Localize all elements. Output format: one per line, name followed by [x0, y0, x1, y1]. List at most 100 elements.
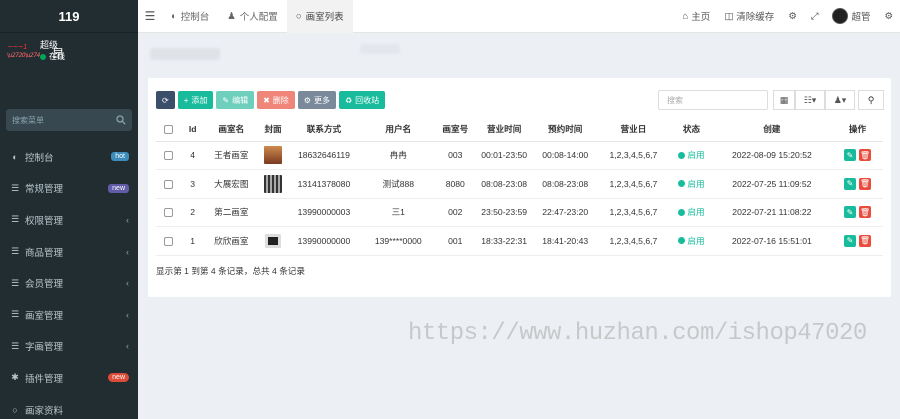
status-label: 启用: [687, 235, 705, 246]
sidebar-item-calligraphy[interactable]: ☰ 字画管理 ‹: [0, 331, 138, 363]
delete-row-button[interactable]: 🗑: [858, 149, 871, 162]
cell-created: 2022-08-09 15:20:52: [711, 141, 832, 170]
common-search-button[interactable]: ⚲: [858, 90, 884, 110]
sidebar-item-permission[interactable]: ☰ 权限管理 ‹: [0, 204, 138, 236]
col-header[interactable]: 创建: [711, 117, 832, 142]
clear-cache-button[interactable]: ◫ 清除缓存: [717, 9, 781, 24]
status-badge: 启用: [678, 235, 705, 247]
col-header: 营业日: [595, 117, 672, 142]
table-row[interactable]: 1 欣欣画室 13990000000 139****0000 001 18:33…: [156, 226, 883, 256]
delete-row-button[interactable]: 🗑: [858, 206, 871, 219]
brand-title[interactable]: 119: [0, 0, 138, 33]
row-checkbox[interactable]: [163, 179, 173, 189]
col-header[interactable]: Id: [180, 117, 205, 142]
puzzle-icon: ✱: [11, 372, 19, 383]
cell-days: 1,2,3,4,5,6,7: [595, 169, 672, 199]
cell-status: 启用: [671, 198, 712, 227]
cell-name: 王者画室: [204, 141, 258, 170]
home-link[interactable]: ⌂ 主页: [676, 9, 718, 24]
user-menu[interactable]: 超管: [825, 8, 877, 24]
settings-button[interactable]: ⚙: [877, 11, 900, 22]
tab-dashboard[interactable]: ◐ 控制台: [162, 0, 218, 33]
edit-row-button[interactable]: ✎: [843, 149, 856, 162]
recycle-button[interactable]: ♻ 回收站: [338, 91, 386, 109]
tab-studio-list[interactable]: ○ 画室列表: [286, 0, 353, 33]
table-row[interactable]: 3 大展宏图 13141378080 测试888 8080 08:08-23:0…: [156, 169, 883, 199]
select-all-checkbox[interactable]: [163, 124, 173, 134]
edit-row-button[interactable]: ✎: [843, 177, 856, 190]
columns-icon: ☷▾: [803, 94, 817, 105]
delete-row-button[interactable]: 🗑: [858, 177, 871, 190]
cover-thumbnail[interactable]: [265, 233, 282, 248]
status-badge: 启用: [678, 178, 705, 190]
table-search-input[interactable]: 搜索: [658, 90, 768, 110]
tab-profile[interactable]: ♟ 个人配置: [218, 0, 287, 33]
delete-button[interactable]: ✖ 删除: [257, 91, 295, 109]
sidebar-item-artist[interactable]: ○ 画家资料: [0, 394, 138, 419]
columns-button[interactable]: ☷▾: [795, 90, 825, 110]
cell-created: 2022-07-25 11:09:52: [711, 169, 832, 199]
col-header: 营业时间: [473, 117, 535, 142]
cell-phone: 13990000003: [288, 198, 360, 227]
cell-no: 002: [436, 198, 474, 227]
cell-actions: ✎ 🗑: [831, 141, 883, 170]
delete-row-button[interactable]: 🗑: [858, 234, 871, 247]
row-select[interactable]: [156, 226, 181, 256]
row-checkbox[interactable]: [163, 208, 173, 218]
recycle-label: 回收站: [355, 95, 380, 105]
sidebar-search-input[interactable]: 搜索菜单: [6, 109, 132, 131]
row-select[interactable]: [156, 198, 181, 227]
row-checkbox[interactable]: [163, 151, 173, 161]
new-badge: new: [108, 373, 129, 383]
cell-status: 启用: [671, 141, 712, 170]
hot-badge: hot: [111, 152, 129, 162]
sidebar-item-studio[interactable]: ☰ 画室管理 ‹: [0, 299, 138, 331]
avatar: [832, 8, 849, 24]
table-row[interactable]: 2 第二画室 13990000003 三1 002 23:50-23:59 22…: [156, 198, 883, 227]
cell-cover[interactable]: [257, 226, 289, 256]
sidebar-item-general[interactable]: ☰ 常规管理 new: [0, 173, 138, 205]
edit-row-button[interactable]: ✎: [843, 206, 856, 219]
admin-name: 超管: [851, 12, 871, 23]
status-badge: 启用: [678, 149, 705, 161]
edit-button[interactable]: ✎ 编辑: [216, 91, 255, 109]
watermark: https://www.huzhan.com/ishop47020: [408, 320, 867, 347]
col-header: 画室号: [436, 117, 474, 142]
blurred-title: [150, 48, 220, 60]
refresh-button[interactable]: ⟳: [156, 91, 175, 109]
clear-cache-label: 清除缓存: [736, 12, 775, 23]
toggle-view-button[interactable]: ▦: [773, 90, 795, 110]
multilang-button[interactable]: ⚙: [781, 11, 804, 22]
cover-thumbnail[interactable]: [264, 174, 283, 193]
export-button[interactable]: ♟▾: [825, 90, 855, 110]
select-all-header[interactable]: [156, 117, 181, 142]
edit-row-button[interactable]: ✎: [843, 234, 856, 247]
sidebar-item-dashboard[interactable]: ◐ 控制台 hot: [0, 141, 138, 173]
cover-thumbnail[interactable]: [264, 146, 283, 165]
search-icon[interactable]: [116, 115, 126, 125]
table-search-placeholder: 搜索: [667, 95, 683, 105]
cell-cover[interactable]: [257, 169, 289, 199]
blurred-subtitle: [360, 44, 400, 54]
cell-cover[interactable]: [257, 141, 289, 170]
row-checkbox[interactable]: [163, 236, 173, 246]
more-button[interactable]: ⚙ 更多: [297, 91, 336, 109]
sidebar-item-members[interactable]: ☰ 会员管理 ‹: [0, 267, 138, 299]
cell-no: 001: [436, 226, 474, 256]
row-select[interactable]: [156, 141, 181, 170]
fullscreen-button[interactable]: ⤢: [804, 11, 826, 22]
status-dot-icon: [678, 208, 686, 216]
table-view-buttons: ▦ ☷▾ ♟▾: [773, 90, 855, 110]
table-row[interactable]: 4 王者画室 18632646119 冉冉 003 00:01-23:50 00…: [156, 141, 883, 170]
chevron-left-icon: ‹: [126, 246, 129, 257]
sidebar-item-label: 字画管理: [25, 342, 64, 354]
cell-created: 2022-07-21 11:08:22: [711, 198, 832, 227]
add-button[interactable]: + 添加: [177, 91, 214, 109]
sidebar-item-goods[interactable]: ☰ 商品管理 ‹: [0, 236, 138, 268]
chevron-left-icon: ‹: [126, 341, 129, 352]
tab-label: 个人配置: [239, 12, 278, 23]
row-select[interactable]: [156, 169, 181, 199]
sidebar-item-plugins[interactable]: ✱ 插件管理 new: [0, 362, 138, 394]
cell-booking: 08:08-23:08: [534, 169, 596, 199]
menu-toggle-icon[interactable]: ☰: [138, 9, 162, 23]
